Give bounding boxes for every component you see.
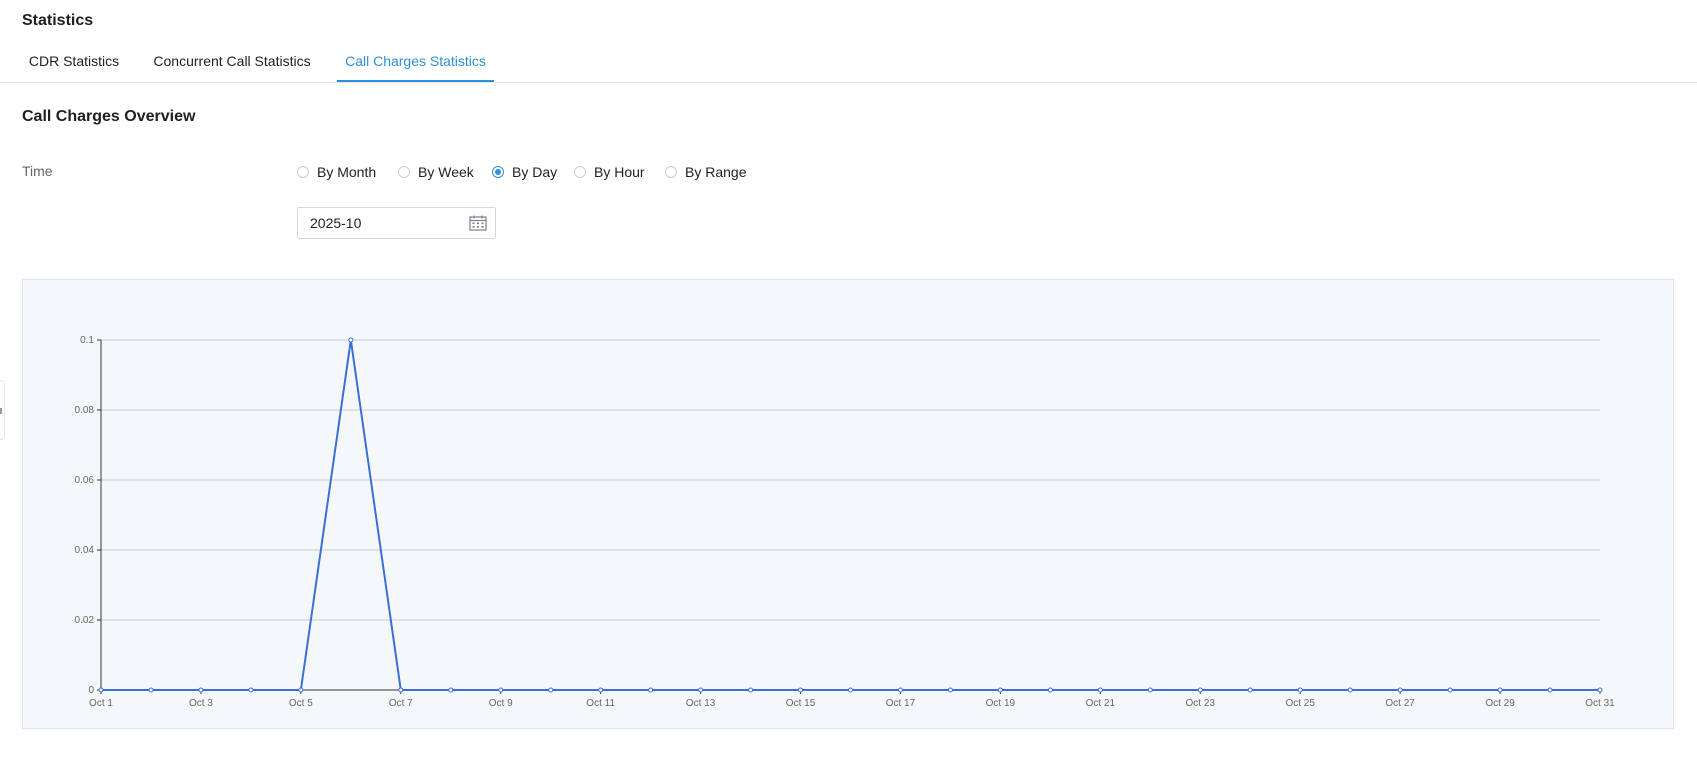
data-point bbox=[248, 687, 254, 693]
x-tick-label: Oct 5 bbox=[289, 698, 313, 709]
data-point bbox=[1197, 687, 1203, 693]
section-title: Call Charges Overview bbox=[22, 108, 196, 125]
x-tick-label: Oct 11 bbox=[586, 698, 615, 709]
call-charges-line-chart: 0 0.02 0.04 0.06 0.08 0.1 Oct 1 Oct 3 Oct 5 Oct 7… bbox=[75, 335, 1616, 709]
x-tick-label: Oct 29 bbox=[1485, 698, 1515, 709]
x-tick-label: Oct 21 bbox=[1086, 698, 1116, 709]
x-tick-label: Oct 1 bbox=[89, 698, 113, 709]
call-charges-chart-panel: 0 0.02 0.04 0.06 0.08 0.1 Oct 1 Oct 3 Oct 5 Oct 7… bbox=[22, 279, 1674, 729]
y-tick-label: 0 bbox=[88, 685, 94, 696]
data-point bbox=[1247, 687, 1253, 693]
radio-by-week[interactable]: By Week bbox=[398, 162, 474, 182]
y-tick-label: 0.02 bbox=[75, 615, 95, 626]
side-panel-handle[interactable] bbox=[0, 380, 5, 440]
y-tick-label: 0.08 bbox=[75, 405, 95, 416]
data-point bbox=[897, 687, 903, 693]
data-point bbox=[1047, 687, 1053, 693]
data-point bbox=[698, 687, 704, 693]
data-point bbox=[498, 687, 504, 693]
x-tick-label: Oct 27 bbox=[1385, 698, 1415, 709]
data-point bbox=[198, 687, 204, 693]
radio-label: By Hour bbox=[594, 164, 645, 180]
radio-label: By Day bbox=[512, 164, 558, 180]
data-point bbox=[1497, 687, 1503, 693]
data-point bbox=[1397, 687, 1403, 693]
time-label: Time bbox=[22, 163, 53, 179]
radio-label: By Week bbox=[418, 164, 474, 180]
data-point bbox=[848, 687, 853, 693]
month-picker-value: 2025-10 bbox=[310, 215, 362, 231]
data-point bbox=[1147, 687, 1153, 693]
data-point bbox=[348, 337, 354, 343]
radio-circle-checked[interactable] bbox=[492, 166, 504, 178]
data-point bbox=[298, 687, 304, 693]
x-tick-label: Oct 17 bbox=[886, 698, 916, 709]
data-point bbox=[598, 687, 604, 693]
radio-circle[interactable] bbox=[297, 166, 309, 178]
data-point bbox=[947, 687, 953, 693]
data-point bbox=[798, 687, 804, 693]
x-tick-label: Oct 23 bbox=[1186, 698, 1216, 709]
data-point bbox=[398, 687, 404, 693]
radio-by-month[interactable]: By Month bbox=[297, 162, 376, 182]
data-point bbox=[148, 687, 154, 693]
data-point bbox=[1347, 687, 1353, 693]
data-point bbox=[98, 687, 104, 693]
tab-cdr-statistics[interactable]: CDR Statistics bbox=[22, 42, 126, 82]
x-tick-label: Oct 7 bbox=[389, 698, 413, 709]
handle-grip bbox=[0, 408, 2, 414]
x-tick-label: Oct 3 bbox=[189, 698, 213, 709]
radio-circle[interactable] bbox=[665, 166, 677, 178]
data-point bbox=[1447, 687, 1453, 693]
y-tick-label: 0.06 bbox=[75, 475, 95, 486]
x-tick-label: Oct 25 bbox=[1285, 698, 1315, 709]
calendar-icon[interactable] bbox=[469, 215, 487, 231]
radio-label: By Month bbox=[317, 164, 377, 180]
month-picker-input[interactable]: 2025-10 bbox=[297, 207, 496, 239]
radio-circle[interactable] bbox=[398, 166, 410, 178]
data-point bbox=[748, 687, 754, 693]
data-point bbox=[1297, 687, 1303, 693]
series-line bbox=[101, 339, 1600, 691]
radio-by-day[interactable]: By Day bbox=[492, 162, 557, 182]
x-tick-label: Oct 9 bbox=[489, 698, 513, 709]
data-point bbox=[997, 687, 1003, 693]
tab-concurrent-call-statistics[interactable]: Concurrent Call Statistics bbox=[142, 42, 322, 82]
data-point bbox=[448, 687, 454, 693]
radio-by-range[interactable]: By Range bbox=[665, 162, 746, 182]
data-point bbox=[1597, 687, 1603, 693]
radio-by-hour[interactable]: By Hour bbox=[574, 162, 645, 182]
data-point bbox=[548, 687, 554, 693]
y-tick-label: 0.04 bbox=[75, 545, 95, 556]
radio-circle[interactable] bbox=[574, 166, 586, 178]
data-point bbox=[648, 687, 654, 693]
x-tick-label: Oct 31 bbox=[1585, 698, 1615, 709]
tab-bar: CDR Statistics Concurrent Call Statistic… bbox=[0, 42, 1697, 83]
y-tick-label: 0.1 bbox=[80, 335, 94, 346]
statistics-page: Statistics CDR Statistics Concurrent Cal… bbox=[0, 0, 1697, 762]
x-tick-label: Oct 19 bbox=[986, 698, 1016, 709]
tab-call-charges-statistics[interactable]: Call Charges Statistics bbox=[337, 42, 494, 82]
x-tick-label: Oct 15 bbox=[786, 698, 816, 709]
page-title: Statistics bbox=[22, 12, 94, 29]
data-point bbox=[1547, 687, 1553, 693]
data-point bbox=[1097, 687, 1103, 693]
x-tick-label: Oct 13 bbox=[686, 698, 716, 709]
radio-label: By Range bbox=[685, 164, 747, 180]
